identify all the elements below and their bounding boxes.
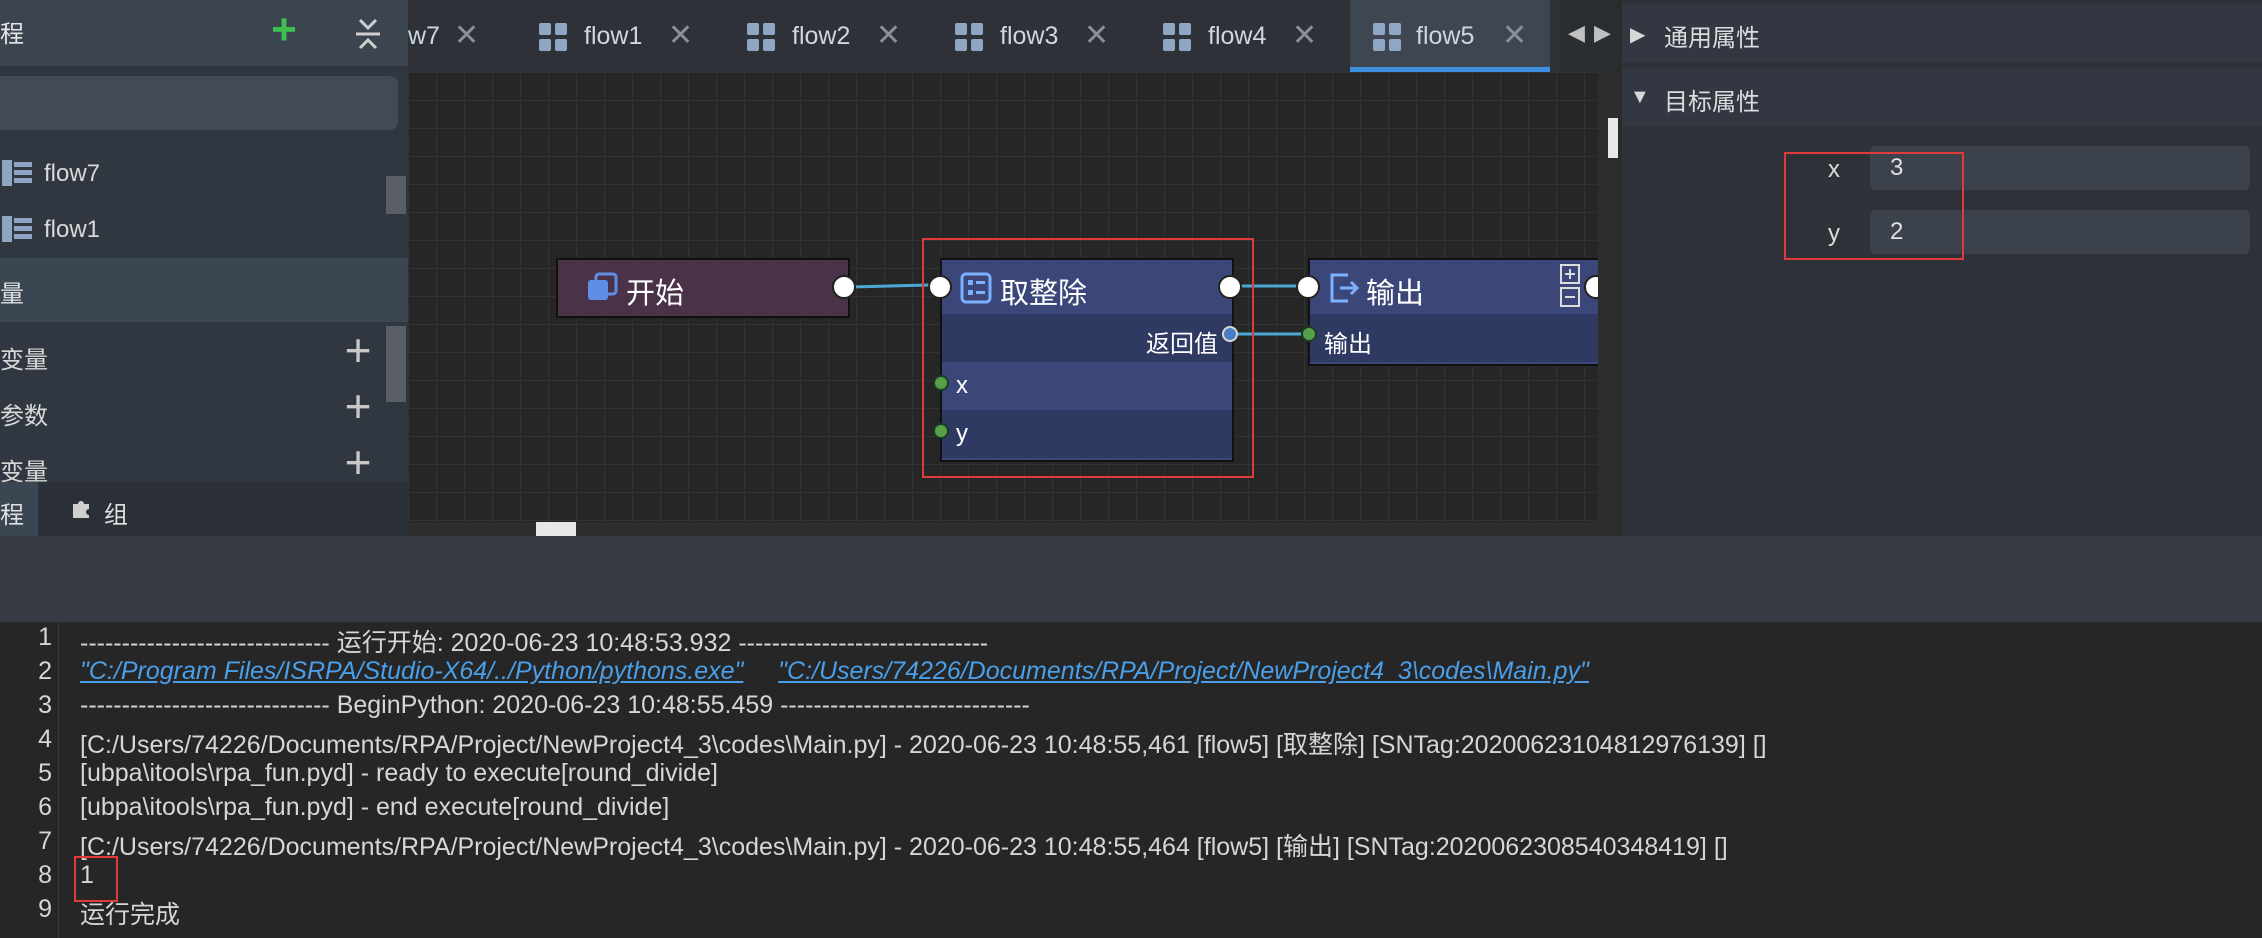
function-icon — [960, 272, 992, 304]
line-number: 6 — [38, 793, 52, 821]
line-text: 运行完成 — [80, 901, 181, 929]
node-output[interactable]: 输出 输出 — [1308, 258, 1600, 366]
divide-input-port[interactable] — [928, 275, 952, 299]
return-value-label: 返回值 — [1146, 331, 1218, 358]
output-input-label: 输出 — [1324, 331, 1372, 358]
canvas-horizontal-scrollbar[interactable] — [408, 522, 1618, 536]
output-icon — [1330, 273, 1360, 303]
node-start[interactable]: 开始 — [556, 258, 850, 318]
console-line: 2 "C:/Program Files/ISRPA/Studio-X64/../… — [0, 654, 2262, 688]
node-row-output: 输出 — [1310, 314, 1598, 362]
output-value-port[interactable] — [1301, 326, 1317, 342]
collapse-icon: ▼ — [1630, 86, 1650, 108]
start-output-port[interactable] — [832, 275, 856, 299]
properties-highlight — [1784, 152, 1964, 260]
node-output-title: 输出 — [1366, 278, 1425, 310]
input-x-port[interactable] — [933, 375, 949, 391]
output-input-port[interactable] — [1296, 275, 1320, 299]
canvas-horizontal-scroll-thumb[interactable] — [536, 522, 576, 536]
node-start-title: 开始 — [626, 278, 685, 310]
start-icon — [588, 272, 618, 300]
node-round-divide[interactable]: 取整除 返回值 x y — [940, 258, 1234, 462]
node-row-y: y — [942, 410, 1232, 458]
line-text: [ubpa\itools\rpa_fun.pyd] - end execute[… — [80, 793, 670, 821]
connector-start-divide — [851, 283, 931, 289]
console-toolbar — [0, 536, 2262, 622]
line-number: 2 — [38, 657, 52, 685]
console-line: 5 [ubpa\itools\rpa_fun.pyd] - ready to e… — [0, 756, 2262, 790]
node-divide-title: 取整除 — [1000, 278, 1088, 310]
expand-icon: ▶ — [1630, 24, 1646, 46]
canvas-vertical-scroll-thumb[interactable] — [1608, 118, 1618, 158]
node-row-return: 返回值 — [942, 314, 1232, 362]
return-value-port[interactable] — [1222, 326, 1238, 342]
console-line: 4 [C:/Users/74226/Documents/RPA/Project/… — [0, 722, 2262, 759]
line-number: 1 — [38, 623, 52, 651]
line-number: 7 — [38, 827, 52, 855]
general-properties-label: 通用属性 — [1664, 25, 1760, 52]
python-path-link[interactable]: "C:/Program Files/ISRPA/Studio-X64/../Py… — [80, 657, 743, 685]
line-text: [ubpa\itools\rpa_fun.pyd] - ready to exe… — [80, 759, 718, 787]
console-line: 7 [C:/Users/74226/Documents/RPA/Project/… — [0, 824, 2262, 861]
node-row-x: x — [942, 362, 1232, 410]
console-line: 6 [ubpa\itools\rpa_fun.pyd] - end execut… — [0, 790, 2262, 824]
divide-output-port[interactable] — [1218, 275, 1242, 299]
line-number: 9 — [38, 895, 52, 923]
line-number: 3 — [38, 691, 52, 719]
console-line: 1 ------------------------------ 运行开始: 2… — [0, 620, 2262, 657]
script-path-link[interactable]: "C:/Users/74226/Documents/RPA/Project/Ne… — [778, 657, 1589, 685]
line-text: "C:/Program Files/ISRPA/Studio-X64/../Py… — [80, 657, 1589, 686]
expand-collapse-icon[interactable] — [1560, 264, 1580, 308]
line-text: ------------------------------ BeginPyth… — [80, 691, 1030, 719]
line-number: 5 — [38, 759, 52, 787]
console-line: 8 1 — [0, 858, 2262, 892]
input-y-label: y — [956, 420, 968, 447]
console-line: 9 运行完成 — [0, 892, 2262, 929]
input-y-port[interactable] — [933, 423, 949, 439]
input-x-label: x — [956, 372, 968, 399]
line-number: 8 — [38, 861, 52, 889]
target-properties-label: 目标属性 — [1664, 89, 1760, 116]
general-properties-group[interactable]: ▶ 通用属性 — [1622, 4, 2262, 62]
line-number: 4 — [38, 725, 52, 753]
target-properties-group[interactable]: ▼ 目标属性 — [1622, 68, 2262, 126]
console-line: 3 ------------------------------ BeginPy… — [0, 688, 2262, 722]
